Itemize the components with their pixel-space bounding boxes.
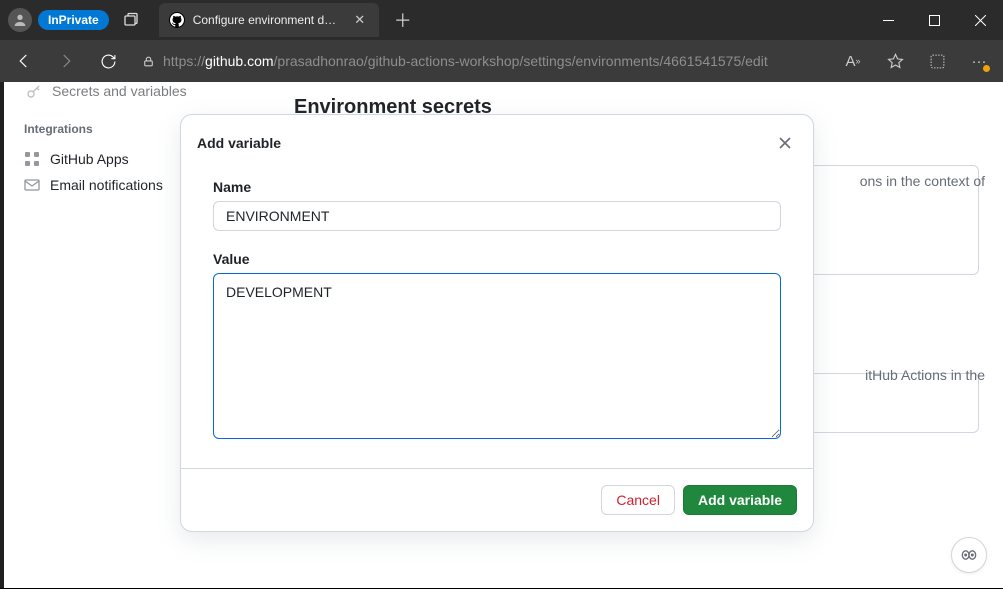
extensions-icon[interactable] [923,47,951,75]
modal-title: Add variable [197,135,773,151]
variable-value-textarea[interactable] [213,273,781,439]
add-variable-modal: Add variable Name Value Cancel Add varia… [180,114,814,532]
tab-title: Configure environment dev · pras [193,13,343,27]
forward-button [52,47,80,75]
inprivate-badge: InPrivate [38,10,109,30]
window-close-button[interactable] [957,0,1003,40]
tab-actions-icon[interactable] [123,12,151,28]
modal-overlay: Add variable Name Value Cancel Add varia… [0,82,1003,589]
github-favicon [169,12,185,28]
window-titlebar: InPrivate Configure environment dev · pr… [0,0,1003,40]
name-label: Name [213,179,781,195]
more-menu-icon[interactable]: ··· [965,47,993,75]
modal-close-button[interactable] [773,131,797,155]
window-maximize-button[interactable] [911,0,957,40]
variable-name-input[interactable] [213,201,781,231]
url-path: /prasadhonrao/github-actions-workshop/se… [274,53,768,69]
tab-close-icon[interactable]: ✕ [351,12,369,28]
url-host: github.com [205,53,273,69]
window-minimize-button[interactable] [865,0,911,40]
browser-tab[interactable]: Configure environment dev · pras ✕ [159,3,379,37]
value-label: Value [213,251,781,267]
copilot-fab[interactable] [951,537,987,573]
notification-dot [983,65,990,72]
refresh-button[interactable] [94,47,122,75]
favorite-icon[interactable] [881,47,909,75]
lock-icon [142,55,155,68]
url-prefix: https:// [163,53,205,69]
address-bar: https://github.com/prasadhonrao/github-a… [0,40,1003,82]
url-field[interactable]: https://github.com/prasadhonrao/github-a… [136,45,825,77]
cancel-button[interactable]: Cancel [601,485,675,515]
url-text: https://github.com/prasadhonrao/github-a… [163,53,768,69]
new-tab-button[interactable]: ＋ [389,7,417,33]
back-button[interactable] [10,47,38,75]
read-aloud-icon[interactable]: A» [839,47,867,75]
add-variable-button[interactable]: Add variable [683,485,797,515]
profile-avatar[interactable] [8,8,32,32]
page-body: Secrets and variables Integrations GitHu… [0,82,1003,589]
window-controls [865,0,1003,40]
